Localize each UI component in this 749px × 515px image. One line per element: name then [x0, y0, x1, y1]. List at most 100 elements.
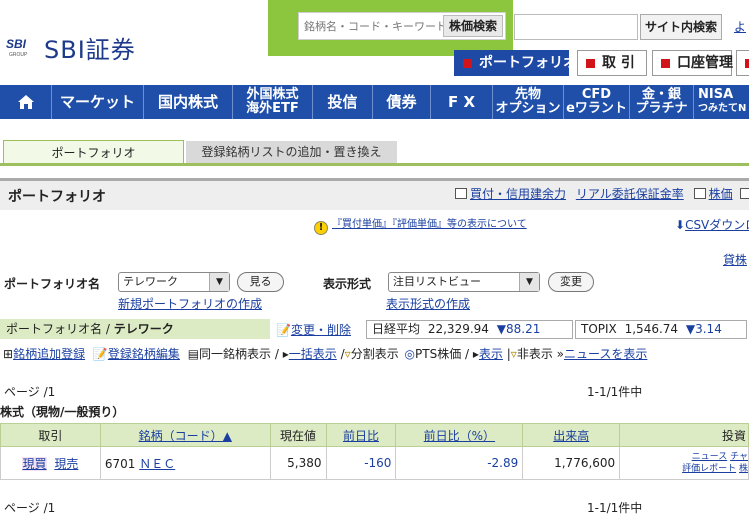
nav-gold-line1: 金・銀	[641, 87, 681, 102]
nav-futures-line1: 先物	[514, 87, 541, 102]
chart-link[interactable]: チャ	[730, 452, 748, 462]
subtab-register-list[interactable]: 登録銘柄リストの追加・置き換え	[186, 141, 397, 163]
sell-link[interactable]: 現売	[54, 457, 78, 471]
create-display-format-link[interactable]: 表示形式の作成	[386, 295, 470, 312]
red-square-icon	[463, 59, 472, 68]
stock-name-cell: 6701 ＮＥＣ	[99, 446, 271, 480]
display-format-label: 表示形式	[323, 277, 372, 291]
change-pct-cell: -2.89	[395, 446, 524, 480]
site-search-button[interactable]: サイト内検索	[640, 14, 722, 40]
chevron-down-icon: ▼	[519, 273, 539, 291]
nav-fund[interactable]: 投信	[313, 85, 373, 119]
portfolio-name-bar: ポートフォリオ名 / テレワーク	[0, 319, 270, 339]
nav-futures[interactable]: 先物 オプション	[493, 85, 564, 119]
subtab-portfolio[interactable]: ポートフォリオ	[3, 140, 184, 165]
new-portfolio-link[interactable]: 新規ポートフォリオの作成	[118, 295, 262, 312]
brand-name[interactable]: SBI証券	[44, 30, 136, 65]
bulk-display-link[interactable]: 一括表示	[289, 347, 337, 361]
table-header-row: 取引 銘柄（コード）▲ 現在値 前日比 前日比（%） 出来高 投資	[0, 423, 749, 447]
col-change-pct-link[interactable]: 前日比（%）	[424, 429, 495, 443]
home-icon	[17, 95, 34, 109]
col-change[interactable]: 前日比	[325, 423, 397, 447]
pts-icon: ◎	[404, 347, 416, 361]
nav-home[interactable]	[0, 85, 52, 119]
nav-foreign-line1: 外国株式	[246, 87, 299, 102]
edit-icon: 📝	[276, 323, 291, 337]
stock-search-button[interactable]: 株価検索	[443, 15, 503, 37]
nav-fx[interactable]: F X	[431, 85, 493, 119]
csv-download-link[interactable]: CSVダウンロード	[685, 218, 749, 232]
display-format-select[interactable]: 注目リストビュー ▼	[388, 272, 540, 292]
stock-price-link[interactable]: 株価	[709, 187, 733, 201]
sbi-logo-icon: SBI GROUP	[6, 37, 28, 58]
col-volume[interactable]: 出来高	[522, 423, 621, 447]
stock-search-input[interactable]	[301, 15, 447, 37]
view-button[interactable]: 見る	[237, 272, 284, 292]
stock-name-link[interactable]: ＮＥＣ	[139, 457, 175, 471]
stock-search-panel: 株価検索	[268, 0, 513, 56]
nav-bond[interactable]: 債券	[373, 85, 431, 119]
portfolio-select[interactable]: テレワーク ▼	[118, 272, 230, 292]
header-links: 買付・信用建余力 リアル委託保証金率 株価	[455, 185, 749, 202]
tab-trade[interactable]: 取 引	[577, 50, 647, 76]
csv-download[interactable]: ⬇CSVダウンロード	[675, 216, 749, 233]
tools-row: ⊞銘柄追加登録 📝登録銘柄編集 ▤同一銘柄表示 / ▸一括表示 /▿分割表示 ◎…	[3, 345, 647, 362]
pts-label: PTS株価 /	[415, 347, 473, 361]
list-icon: ▤	[187, 347, 200, 361]
site-search-input[interactable]	[514, 14, 638, 40]
buying-power-link[interactable]: 買付・信用建余力	[470, 187, 566, 201]
hide-label: 非表示	[516, 347, 553, 361]
margin-rate-link[interactable]: リアル委託保証金率	[576, 187, 684, 201]
news-link[interactable]: ニュース	[692, 452, 728, 462]
nav-foreign-stock[interactable]: 外国株式 海外ETF	[233, 85, 313, 119]
stock-link[interactable]: 株	[739, 464, 748, 474]
nav-cfd-line1: CFD	[581, 87, 612, 102]
tab-trade-label: 取 引	[602, 55, 635, 71]
col-change-link[interactable]: 前日比	[343, 429, 379, 443]
col-name[interactable]: 銘柄（コード）▲	[99, 423, 271, 447]
stock-lending-link[interactable]: 貸株	[723, 251, 747, 268]
nikkei-label: 日経平均	[372, 322, 421, 336]
holdings-table: 取引 銘柄（コード）▲ 現在値 前日比 前日比（%） 出来高 投資 現買 現売 …	[0, 423, 749, 480]
warning-icon: !	[314, 221, 328, 235]
change-button[interactable]: 変更	[548, 272, 594, 292]
volume-cell: 1,776,600	[522, 446, 621, 480]
edit-stocks-link[interactable]: 登録銘柄編集	[108, 347, 180, 361]
buy-link[interactable]: 現買	[22, 456, 47, 471]
edit-icon: 📝	[92, 347, 108, 361]
portfolio-edit-link[interactable]: 変更・削除	[291, 323, 351, 337]
item-count: 1-1/1件中	[587, 385, 643, 399]
price-display-notice-link[interactable]: 『買付単価』『評価単価』等の表示について	[332, 219, 527, 230]
split-display-label: 分割表示	[350, 347, 399, 361]
nikkei-index: 日経平均 22,329.94 ▼88.21	[366, 320, 573, 339]
change-cell: -160	[325, 446, 397, 480]
nikkei-value: 22,329.94	[427, 322, 489, 336]
page-indicator: ページ /1	[4, 385, 56, 399]
document-icon	[693, 188, 706, 199]
top-link[interactable]: よ	[734, 18, 746, 35]
nav-market[interactable]: マーケット	[52, 85, 144, 119]
show-news-link[interactable]: ニュースを表示	[564, 347, 647, 361]
topix-label: TOPIX	[581, 322, 617, 336]
portfolio-select-value: テレワーク	[123, 275, 178, 288]
col-name-link[interactable]: 銘柄（コード）▲	[139, 429, 232, 443]
col-volume-link[interactable]: 出来高	[553, 429, 589, 443]
nav-gold-line2: プラチナ	[635, 101, 688, 116]
report-link[interactable]: 評価レポート	[682, 464, 736, 474]
nav-nisa[interactable]: NISA つみたてN	[694, 85, 749, 119]
tab-more[interactable]	[736, 50, 749, 76]
nav-foreign-line2: 海外ETF	[246, 101, 299, 116]
nav-cfd[interactable]: CFD eワラント	[564, 85, 630, 119]
tab-portfolio[interactable]: ポートフォリオ	[454, 50, 577, 76]
add-stock-link[interactable]: 銘柄追加登録	[13, 347, 85, 361]
chevron-down-icon: ▼	[209, 273, 229, 291]
tab-account[interactable]: 口座管理	[652, 50, 733, 76]
nav-gold[interactable]: 金・銀 プラチナ	[630, 85, 694, 119]
stock-code: 6701	[104, 456, 136, 471]
table-row: 現買 現売 6701 ＮＥＣ 5,380 -160 -2.89 1,776,60…	[0, 446, 749, 480]
nav-domestic-stock[interactable]: 国内株式	[144, 85, 233, 119]
notice-row: ! 『買付単価』『評価単価』等の表示について	[314, 215, 527, 235]
portfolio-name: テレワーク	[113, 322, 174, 336]
col-change-pct[interactable]: 前日比（%）	[395, 423, 524, 447]
pts-show-link[interactable]: 表示	[479, 347, 503, 361]
